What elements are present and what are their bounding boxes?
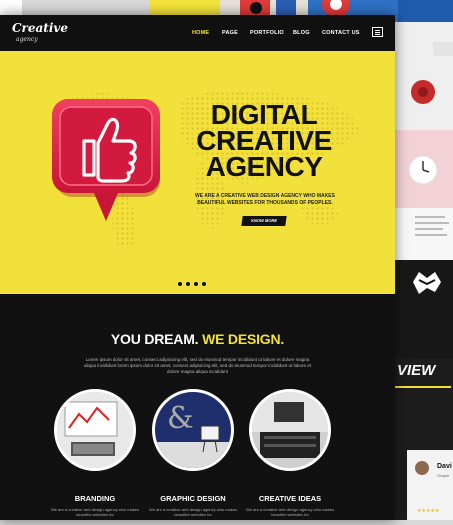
right-preview-line — [391, 386, 451, 388]
right-preview-pink — [395, 130, 453, 208]
hero-subtitle: WE ARE A CREATIVE WEB DESIGN AGENCY WHO … — [185, 193, 345, 206]
hero-banner: DIGITAL CREATIVE AGENCY WE ARE A CREATIV… — [0, 51, 395, 294]
svg-text:&: & — [167, 401, 194, 436]
feature-title-graphic-design: GRAPHIC DESIGN — [160, 494, 226, 503]
section-title-part-2: WE DESIGN. — [202, 331, 285, 347]
clock-illustration — [408, 155, 438, 185]
logo-subtitle: agency — [16, 36, 38, 43]
section-description: Lorem ipsum dolor sit amet, consect adip… — [83, 357, 312, 374]
navbar: Creative agency HOME PAGE PORTFOLIO BLOG… — [0, 15, 395, 51]
feature-title-branding: BRANDING — [74, 494, 116, 503]
hero-title-line-3: AGENCY — [205, 151, 323, 182]
section-title: YOU DREAM. WE DESIGN. — [0, 331, 395, 347]
branding-illustration — [57, 392, 133, 468]
right-preview-text-area — [395, 208, 453, 260]
nav-page[interactable]: PAGE — [222, 30, 238, 36]
right-preview-graphics — [395, 272, 453, 520]
thumbs-up-neon-icon — [52, 99, 160, 221]
hero-subtitle-line-2: BEAUTIFUL WEBSITES FOR THOUSANDS OF PEOP… — [197, 199, 333, 206]
right-preview-white — [395, 22, 453, 130]
right-preview-dark: VIEW Davi Graphi ★★★★★ — [391, 260, 453, 520]
section-title-part-1: YOU DREAM. — [110, 331, 199, 347]
creative-ideas-image — [249, 389, 331, 471]
testimonial-stars: ★★★★★ — [417, 508, 440, 514]
slider-dot[interactable] — [186, 282, 190, 286]
know-more-button[interactable]: KNOW MORE — [241, 216, 287, 226]
creative-ideas-illustration — [252, 392, 328, 468]
hero-subtitle-line-1: WE ARE A CREATIVE WEB DESIGN AGENCY WHO … — [195, 193, 335, 199]
graphic-design-illustration: & — [155, 392, 231, 468]
hero-title: DIGITAL CREATIVE AGENCY — [175, 101, 353, 182]
logo[interactable]: Creative — [12, 21, 68, 35]
slider-dot[interactable] — [178, 282, 182, 286]
right-preview-column: VIEW Davi Graphi ★★★★★ — [391, 22, 453, 520]
feature-text-branding: We are a creative web design agency who … — [51, 507, 139, 517]
feature-text-creative-ideas: We are a creative web design agency who … — [246, 507, 334, 517]
nav-home[interactable]: HOME — [192, 30, 209, 36]
branding-image — [54, 389, 136, 471]
testimonial-role: Graphi — [437, 473, 450, 478]
slider-dot[interactable] — [194, 282, 198, 286]
graphic-design-image: & — [152, 389, 234, 471]
nav-contact[interactable]: CONTACT US — [322, 30, 360, 36]
right-preview-objects — [411, 42, 453, 104]
hamburger-menu-icon[interactable] — [372, 27, 383, 37]
right-preview-heading: VIEW — [397, 362, 436, 379]
feature-text-graphic-design: We are a creative web design agency who … — [149, 507, 237, 517]
website-mockup: Creative agency HOME PAGE PORTFOLIO BLOG… — [0, 15, 395, 520]
slider-dot[interactable] — [202, 282, 206, 286]
text-lines — [415, 216, 449, 236]
feature-title-creative-ideas: CREATIVE IDEAS — [258, 494, 322, 503]
thumbs-up-icon — [50, 97, 165, 225]
slider-dots — [178, 273, 210, 286]
testimonial-name: Davi — [437, 463, 452, 470]
nav-portfolio[interactable]: PORTFOLIO — [250, 30, 284, 36]
nav-blog[interactable]: BLOG — [293, 30, 310, 36]
services-section: YOU DREAM. WE DESIGN. Lorem ipsum dolor … — [0, 294, 395, 520]
